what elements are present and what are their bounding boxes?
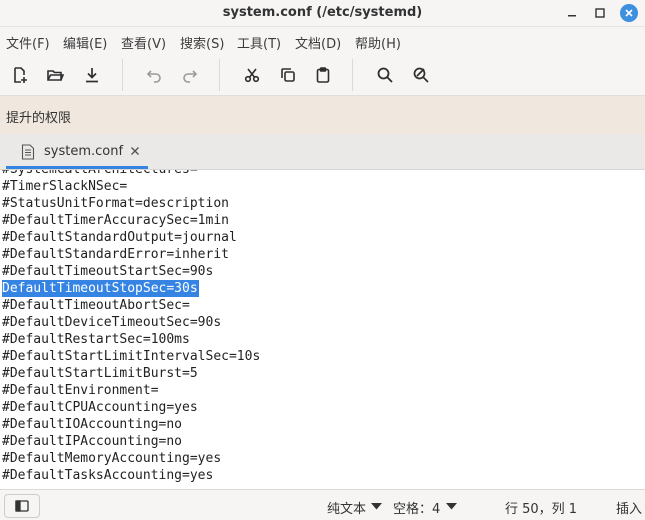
title-bar: system.conf (/etc/systemd) [0,0,645,27]
find-button[interactable] [373,63,397,87]
editor-line: #DefaultCPUAccounting=yes [2,400,198,415]
save-button[interactable] [80,63,104,87]
editor-line: #DefaultRestartSec=100ms [2,332,190,347]
folder-open-icon [47,70,64,81]
redo-button[interactable] [178,63,202,87]
side-panel-toggle[interactable] [4,494,40,518]
editor-line: #DefaultMemoryAccounting=yes [2,451,222,466]
selected-editor-line: DefaultTimeoutStopSec=30s [2,280,199,297]
editor-line: #DefaultStartLimitBurst=5 [2,366,198,381]
chevron-down-icon [371,503,382,510]
privilege-infobar: 提升的权限 [0,96,645,134]
close-icon [131,147,139,155]
new-document-icon [14,67,27,83]
menu-view[interactable]: 查看(V) [121,33,166,52]
menu-bar: 文件(F) 编辑(E) 查看(V) 搜索(S) 工具(T) 文档(D) 帮助(H… [0,27,645,55]
status-bar: 纯文本 空格：4 行 50，列 1 插入 [0,489,645,520]
open-button[interactable] [43,63,67,87]
minimize-icon [568,15,576,17]
scissors-icon [244,68,260,83]
undo-icon [146,70,161,83]
editor-line: #DefaultStandardOutput=journal [2,230,237,245]
text-document-icon [21,144,35,160]
chevron-down-icon [446,503,457,510]
undo-button[interactable] [142,63,166,87]
close-button[interactable] [620,4,638,22]
menu-edit[interactable]: 编辑(E) [63,33,107,52]
search-icon [377,67,393,83]
insert-mode: 插入 [616,502,643,517]
tab-bar: system.conf [0,134,645,170]
find-replace-icon [413,67,429,83]
editor-line: #DefaultTimeoutAbortSec= [2,298,190,313]
editor-line: #DefaultTimerAccuracySec=1min [2,213,229,228]
menu-help[interactable]: 帮助(H) [355,33,401,52]
editor-line: #DefaultIOAccounting=no [2,417,183,432]
cut-button[interactable] [240,63,264,87]
editor-line: #DefaultTimeoutStartSec=90s [2,264,214,279]
maximize-button[interactable] [590,3,610,23]
menu-tools[interactable]: 工具(T) [237,33,281,52]
copy-button[interactable] [276,63,300,87]
editor-line: #DefaultDeviceTimeoutSec=90s [2,315,222,330]
editor-line: #DefaultEnvironment= [2,383,159,398]
editor-line: #DefaultStandardError=inherit [2,247,229,262]
editor-line: #DefaultTasksAccounting=yes [2,468,214,483]
tab-width-selector[interactable]: 空格：4 [393,498,440,517]
editor-line: #StatusUnitFormat=description [2,196,229,211]
tab-close-button[interactable] [128,144,142,158]
menu-documents[interactable]: 文档(D) [295,33,341,52]
clipboard-icon [316,67,330,83]
editor-line: #TimerSlackNSec= [2,179,128,194]
editor-line: #SystemCallArchitectures= [2,170,198,178]
tab-system-conf[interactable]: system.conf [6,134,148,169]
window-title: system.conf (/etc/systemd) [222,5,423,20]
copy-icon [281,68,295,82]
paste-button[interactable] [311,63,335,87]
download-save-icon [86,68,98,83]
maximize-icon [595,8,605,18]
text-editor[interactable]: #SystemCallArchitectures= #TimerSlackNSe… [0,170,645,486]
active-tab-indicator [6,166,148,169]
menu-search[interactable]: 搜索(S) [180,33,224,52]
language-selector[interactable]: 纯文本 [327,498,366,517]
cursor-position[interactable]: 行 50，列 1 [505,498,577,517]
toolbar-separator [122,59,123,91]
minimize-button[interactable] [562,3,582,23]
redo-icon [183,70,198,83]
infobar-label: 提升的权限 [6,111,72,126]
menu-file[interactable]: 文件(F) [6,33,50,52]
new-document-button[interactable] [8,63,32,87]
side-panel-icon [15,500,29,512]
toolbar-separator [352,59,353,91]
find-replace-button[interactable] [409,63,433,87]
toolbar-separator [219,59,220,91]
close-icon [625,9,633,17]
toolbar [0,55,645,96]
tab-label: system.conf [44,144,124,159]
editor-line: #DefaultStartLimitIntervalSec=10s [2,349,261,364]
editor-line: #DefaultIPAccounting=no [2,434,183,449]
